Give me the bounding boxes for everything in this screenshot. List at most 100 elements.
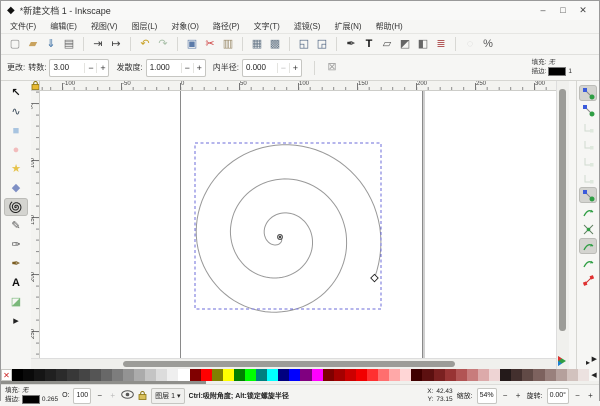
text-tool[interactable]: A — [4, 274, 28, 292]
spiral-outer-handle[interactable] — [371, 274, 378, 281]
stroke-swatch[interactable] — [548, 67, 566, 76]
menu-item-5[interactable]: 路径(P) — [206, 20, 247, 33]
opacity-plus-button[interactable]: + — [108, 391, 117, 400]
style-indicator-bottom[interactable]: 填充: 无 描边: 0.265 — [5, 387, 58, 404]
palette-swatch-9[interactable] — [112, 369, 123, 381]
palette-swatch-29[interactable] — [334, 369, 345, 381]
preferences-icon[interactable]: % — [479, 36, 497, 53]
palette-swatch-11[interactable] — [134, 369, 145, 381]
print-icon[interactable]: ▤ — [60, 36, 78, 53]
palette-swatch-50[interactable] — [567, 369, 578, 381]
vertical-ruler[interactable]: 50100150200250 — [31, 91, 40, 358]
star-tool[interactable]: ★ — [4, 160, 28, 178]
palette-swatch-32[interactable] — [367, 369, 378, 381]
inner-radius-field[interactable]: 0.000−+ — [242, 59, 302, 77]
menu-item-9[interactable]: 帮助(H) — [369, 20, 410, 33]
menu-item-8[interactable]: 扩展(N) — [327, 20, 368, 33]
inner-radius-field-value[interactable]: 0.000 — [243, 63, 277, 72]
palette-swatch-19[interactable] — [223, 369, 234, 381]
rotation-value[interactable]: 0.00° — [550, 392, 566, 399]
palette-swatch-24[interactable] — [278, 369, 289, 381]
palette-swatch-18[interactable] — [212, 369, 223, 381]
snap-bbox-edges[interactable] — [579, 119, 597, 135]
zoom-value[interactable]: 54% — [480, 392, 494, 399]
rotation-minus-button[interactable]: − — [573, 391, 582, 400]
stroke-swatch[interactable] — [22, 395, 40, 404]
layers-dialog-icon[interactable]: ▱ — [378, 36, 396, 53]
export-icon[interactable]: ↦ — [107, 36, 125, 53]
palette-swatch-35[interactable] — [400, 369, 411, 381]
cut-icon[interactable]: ✂ — [201, 36, 219, 53]
align-dialog-icon[interactable]: ◧ — [414, 36, 432, 53]
palette-swatch-37[interactable] — [422, 369, 433, 381]
palette-swatch-7[interactable] — [90, 369, 101, 381]
palette-swatch-30[interactable] — [345, 369, 356, 381]
rectangle-tool[interactable]: ■ — [4, 122, 28, 140]
palette-swatch-6[interactable] — [79, 369, 90, 381]
palette-swatch-22[interactable] — [256, 369, 267, 381]
snap-midpoints[interactable] — [579, 272, 597, 288]
copy-icon[interactable]: ▣ — [183, 36, 201, 53]
palette-swatch-0[interactable] — [12, 369, 23, 381]
spiral-drawing[interactable] — [40, 91, 556, 358]
palette-swatch-15[interactable] — [178, 369, 189, 381]
inner-radius-field-minus-button[interactable]: − — [277, 63, 289, 73]
object-properties-icon[interactable]: ≣ — [432, 36, 450, 53]
palette-swatch-40[interactable] — [456, 369, 467, 381]
snap-bounding-box[interactable] — [579, 102, 597, 118]
palette-swatch-42[interactable] — [478, 369, 489, 381]
palette-swatch-44[interactable] — [500, 369, 511, 381]
menu-item-3[interactable]: 图层(L) — [125, 20, 165, 33]
spiral-tool[interactable] — [4, 198, 28, 216]
palette-swatch-14[interactable] — [167, 369, 178, 381]
gradient-tool[interactable]: ◪ — [4, 293, 28, 311]
menu-item-1[interactable]: 编辑(E) — [43, 20, 84, 33]
palette-swatch-49[interactable] — [556, 369, 567, 381]
text-dialog-icon[interactable]: T — [360, 36, 378, 53]
snap-cusp-nodes[interactable] — [579, 238, 597, 254]
rotation-field[interactable]: 0.00° — [547, 388, 569, 404]
horizontal-scrollbar[interactable] — [31, 358, 556, 369]
palette-swatch-45[interactable] — [511, 369, 522, 381]
palette-swatch-31[interactable] — [356, 369, 367, 381]
palette-swatch-21[interactable] — [245, 369, 256, 381]
layer-lock-icon[interactable] — [138, 390, 147, 402]
palette-swatch-51[interactable] — [578, 369, 589, 381]
menu-item-4[interactable]: 对象(O) — [164, 20, 206, 33]
palette-swatch-36[interactable] — [411, 369, 422, 381]
box-3d-tool[interactable]: ◆ — [4, 179, 28, 197]
snap-paths[interactable] — [579, 204, 597, 220]
palette-swatch-27[interactable] — [312, 369, 323, 381]
palette-scrollbar[interactable] — [1, 381, 599, 384]
reset-defaults-icon[interactable]: ⊠ — [323, 59, 341, 76]
turns-field-value[interactable]: 3.00 — [50, 63, 84, 72]
spiral-center-handle[interactable] — [277, 234, 282, 239]
zoom-plus-button[interactable]: + — [514, 391, 523, 400]
divergence-field[interactable]: 1.000−+ — [146, 59, 206, 77]
redo-icon[interactable]: ↷ — [154, 36, 172, 53]
palette-swatch-4[interactable] — [56, 369, 67, 381]
divergence-field-value[interactable]: 1.000 — [147, 63, 181, 72]
palette-swatch-5[interactable] — [67, 369, 78, 381]
palette-swatch-3[interactable] — [45, 369, 56, 381]
snap-bbox-corners[interactable] — [579, 136, 597, 152]
fill-value[interactable]: 无 — [22, 387, 29, 395]
menu-item-2[interactable]: 视图(V) — [84, 20, 125, 33]
undo-icon[interactable]: ↶ — [136, 36, 154, 53]
open-document-icon[interactable]: ▰ — [24, 36, 42, 53]
duplicate-icon[interactable]: ▦ — [248, 36, 266, 53]
horizontal-ruler[interactable]: -100-50050100150200250300 — [40, 81, 556, 91]
palette-swatch-43[interactable] — [489, 369, 500, 381]
snap-path-intersections[interactable] — [579, 221, 597, 237]
palette-swatch-20[interactable] — [234, 369, 245, 381]
menu-item-6[interactable]: 文字(T) — [247, 20, 287, 33]
group-icon[interactable]: ◱ — [295, 36, 313, 53]
palette-swatch-1[interactable] — [23, 369, 34, 381]
maximize-button[interactable]: □ — [553, 5, 573, 16]
color-management-icon[interactable] — [556, 356, 567, 368]
palette-swatch-23[interactable] — [267, 369, 278, 381]
opacity-value[interactable]: 100 — [76, 392, 88, 399]
minimize-button[interactable]: – — [533, 5, 553, 16]
zoom-minus-button[interactable]: − — [501, 391, 510, 400]
vertical-scroll-thumb[interactable] — [559, 89, 566, 331]
